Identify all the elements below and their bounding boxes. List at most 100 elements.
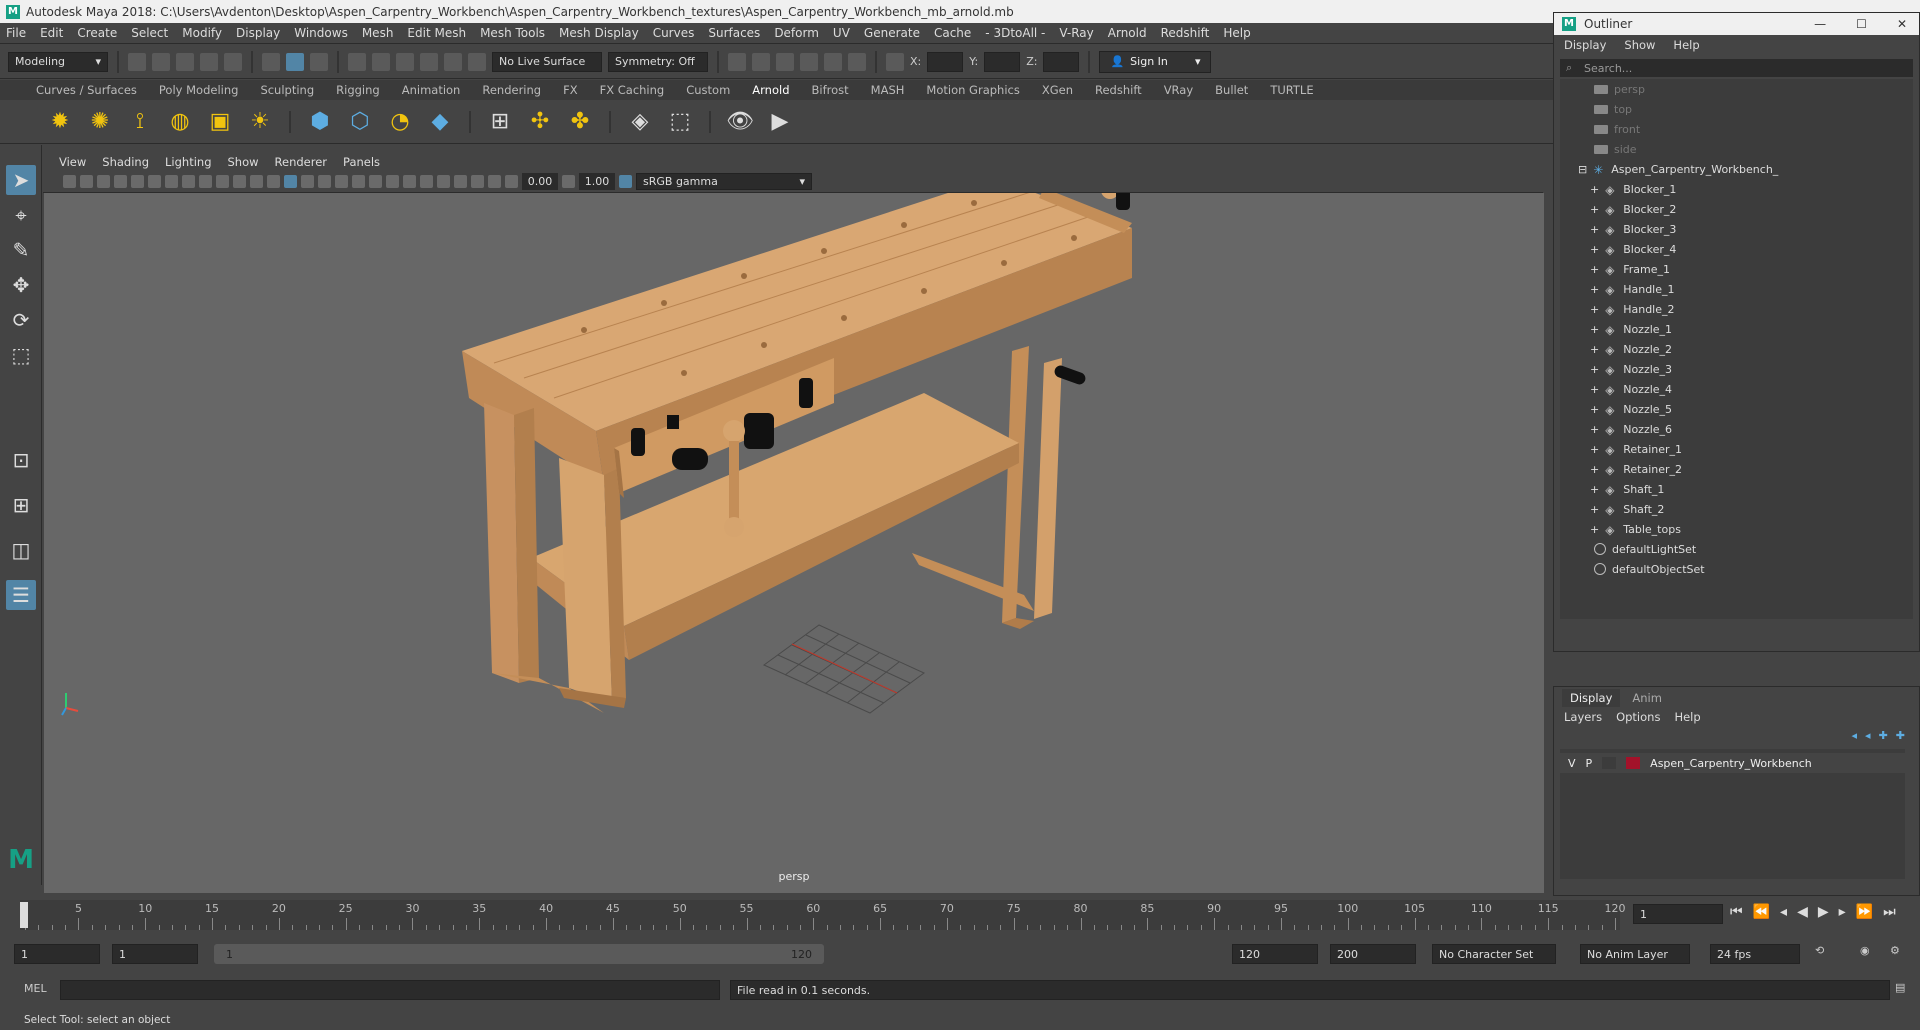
menu-deform[interactable]: Deform — [774, 26, 819, 40]
tree-item-mesh[interactable]: + ◈ Table_tops — [1590, 519, 1681, 539]
menu-edit-mesh[interactable]: Edit Mesh — [407, 26, 466, 40]
auto-key-icon[interactable]: ◉ — [1860, 944, 1870, 957]
y-field[interactable] — [984, 51, 1021, 72]
camera-attributes-icon[interactable] — [80, 175, 93, 188]
command-language-toggle[interactable]: MEL — [24, 982, 47, 995]
ipr-render-icon[interactable] — [752, 52, 770, 71]
play-render-icon[interactable]: ▶ — [766, 108, 794, 136]
render-view-icon[interactable]: ⬚ — [666, 108, 694, 136]
select-component-icon[interactable] — [310, 52, 328, 71]
move-layer-up-icon[interactable]: ◂ — [1852, 729, 1858, 742]
menu-mesh[interactable]: Mesh — [362, 26, 394, 40]
outliner-menu-display[interactable]: Display — [1564, 38, 1606, 52]
menu-mesh-display[interactable]: Mesh Display — [559, 26, 639, 40]
tree-item-mesh[interactable]: + ◈ Retainer_2 — [1590, 459, 1682, 479]
skydome-light-icon[interactable]: ◍ — [166, 108, 194, 136]
new-scene-icon[interactable] — [128, 52, 146, 71]
viewport-menu-view[interactable]: View — [59, 155, 86, 169]
menu-vray[interactable]: V-Ray — [1059, 26, 1093, 40]
menu-3dtoall[interactable]: - 3DtoAll - — [985, 26, 1045, 40]
play-forwards-icon[interactable]: ▶ — [1818, 904, 1829, 920]
expand-icon[interactable]: + — [1590, 403, 1599, 416]
mesh-light-icon[interactable]: ✺ — [86, 108, 114, 136]
menu-curves[interactable]: Curves — [653, 26, 695, 40]
expand-icon[interactable]: + — [1590, 503, 1599, 516]
undo-icon[interactable] — [200, 52, 218, 71]
render-settings-icon[interactable] — [776, 52, 794, 71]
layer-menu-help[interactable]: Help — [1674, 710, 1700, 724]
new-empty-layer-icon[interactable]: ✚ — [1879, 729, 1888, 742]
anim-layer-dropdown[interactable]: No Anim Layer — [1580, 944, 1690, 964]
shelf-tab-fx-caching[interactable]: FX Caching — [600, 83, 665, 97]
tree-item-mesh[interactable]: + ◈ Blocker_1 — [1590, 179, 1676, 199]
select-hierarchy-icon[interactable] — [262, 52, 280, 71]
tree-item-mesh[interactable]: + ◈ Nozzle_2 — [1590, 339, 1672, 359]
textured-icon[interactable] — [318, 175, 331, 188]
menu-windows[interactable]: Windows — [294, 26, 348, 40]
layer-color-swatch[interactable] — [1626, 757, 1641, 769]
shelf-tab-mash[interactable]: MASH — [871, 83, 905, 97]
tree-item-mesh[interactable]: + ◈ Shaft_1 — [1590, 479, 1664, 499]
perspective-viewport[interactable]: persp — [44, 193, 1544, 893]
x-field[interactable] — [927, 51, 964, 72]
tree-item-camera-persp[interactable]: persp — [1594, 79, 1645, 99]
shelf-tab-sculpting[interactable]: Sculpting — [260, 83, 314, 97]
playback-toggle[interactable]: P — [1586, 757, 1593, 770]
shelf-tab-rendering[interactable]: Rendering — [482, 83, 541, 97]
display-type-toggle[interactable] — [1602, 757, 1617, 769]
bookmark-icon[interactable] — [97, 175, 110, 188]
tree-item-mesh[interactable]: + ◈ Frame_1 — [1590, 259, 1670, 279]
visibility-toggle[interactable]: V — [1568, 757, 1576, 770]
scale-tool-icon[interactable]: ⬚ — [6, 340, 36, 370]
license-manager-icon[interactable]: ◈ — [626, 108, 654, 136]
depth-of-field-icon[interactable] — [420, 175, 433, 188]
pause-icon[interactable] — [848, 52, 866, 71]
snap-pivot-icon[interactable] — [468, 52, 486, 71]
expand-icon[interactable]: + — [1590, 423, 1599, 436]
preferences-icon[interactable]: ⚙ — [1890, 944, 1900, 957]
viewport-menu-renderer[interactable]: Renderer — [275, 155, 328, 169]
menu-help[interactable]: Help — [1223, 26, 1250, 40]
expand-icon[interactable]: + — [1590, 523, 1599, 536]
viewport-menu-shading[interactable]: Shading — [102, 155, 149, 169]
shelf-tab-arnold[interactable]: Arnold — [752, 83, 789, 97]
menu-file[interactable]: File — [6, 26, 26, 40]
curve-collector-icon[interactable]: ◆ — [426, 108, 454, 136]
go-to-start-icon[interactable]: ⏮ — [1730, 904, 1743, 920]
menu-arnold[interactable]: Arnold — [1108, 26, 1147, 40]
arnold-render-icon[interactable] — [824, 52, 842, 71]
xray-joints-icon[interactable] — [471, 175, 484, 188]
anti-aliasing-icon[interactable] — [403, 175, 416, 188]
arnold-render-view-icon[interactable]: 👁 — [726, 108, 754, 136]
range-bar[interactable]: 1 120 — [214, 944, 824, 964]
go-to-end-icon[interactable]: ⏭ — [1883, 904, 1896, 920]
expand-icon[interactable]: + — [1590, 203, 1599, 216]
layer-menu-options[interactable]: Options — [1616, 710, 1660, 724]
menu-cache[interactable]: Cache — [934, 26, 971, 40]
wireframe-on-shaded-icon[interactable] — [301, 175, 314, 188]
shelf-tab-rigging[interactable]: Rigging — [336, 83, 380, 97]
menuset-dropdown[interactable]: Modeling ▾ — [8, 51, 108, 72]
tab-anim[interactable]: Anim — [1624, 689, 1670, 707]
tx-manager-icon[interactable]: ⊞ — [486, 108, 514, 136]
redo-icon[interactable] — [224, 52, 242, 71]
playback-start-field[interactable]: 1 — [112, 944, 198, 964]
snap-grid-icon[interactable] — [348, 52, 366, 71]
move-layer-down-icon[interactable]: ◂ — [1865, 729, 1871, 742]
volume-icon[interactable]: ◔ — [386, 108, 414, 136]
view-transform-dropdown[interactable]: sRGB gamma ▾ — [636, 173, 812, 190]
gate-mask-icon[interactable] — [216, 175, 229, 188]
two-view-icon[interactable]: ◫ — [6, 535, 36, 565]
shelf-tab-vray[interactable]: VRay — [1164, 83, 1193, 97]
paint-select-icon[interactable]: ✎ — [6, 235, 36, 265]
select-tool-icon[interactable]: ➤ — [6, 165, 36, 195]
tree-item-mesh[interactable]: + ◈ Nozzle_3 — [1590, 359, 1672, 379]
tree-item-mesh[interactable]: + ◈ Blocker_3 — [1590, 219, 1676, 239]
expand-icon[interactable]: + — [1590, 183, 1599, 196]
isolate-select-icon[interactable] — [437, 175, 450, 188]
expand-icon[interactable]: + — [1590, 463, 1599, 476]
shelf-tab-xgen[interactable]: XGen — [1042, 83, 1073, 97]
script-editor-icon[interactable]: ▤ — [1895, 981, 1905, 994]
expand-icon[interactable]: + — [1590, 483, 1599, 496]
shelf-tab-animation[interactable]: Animation — [402, 83, 461, 97]
